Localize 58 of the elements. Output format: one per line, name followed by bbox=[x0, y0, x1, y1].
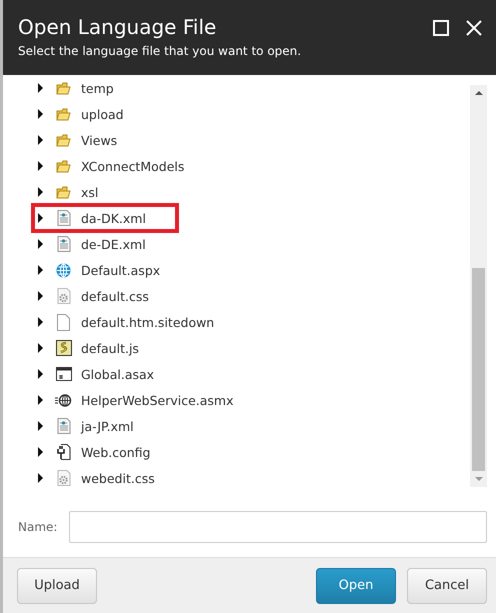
expand-arrow-icon[interactable] bbox=[38, 395, 43, 405]
folder-icon bbox=[56, 108, 71, 120]
tree-item[interactable]: xsl bbox=[78, 182, 102, 202]
dialog-subtitle: Select the language file that you want to open. bbox=[18, 44, 302, 58]
tree-item[interactable]: default.htm.sitedown bbox=[78, 312, 218, 332]
tree-item[interactable]: Web.config bbox=[78, 442, 154, 462]
expand-arrow-icon[interactable] bbox=[38, 135, 43, 145]
tree-item[interactable]: da-DK.xml bbox=[78, 208, 149, 228]
maximize-icon[interactable] bbox=[433, 20, 449, 36]
tree-item[interactable]: Default.aspx bbox=[78, 260, 164, 280]
expand-arrow-icon[interactable] bbox=[38, 421, 43, 431]
expand-arrow-icon[interactable] bbox=[38, 187, 43, 197]
folder-icon bbox=[56, 134, 71, 146]
name-label: Name: bbox=[18, 520, 58, 534]
expand-arrow-icon[interactable] bbox=[38, 369, 43, 379]
blank-document-icon bbox=[57, 314, 70, 330]
script-icon bbox=[56, 340, 72, 356]
document-icon bbox=[56, 236, 70, 252]
expand-arrow-icon[interactable] bbox=[38, 109, 43, 119]
open-button[interactable]: Open bbox=[316, 568, 396, 604]
tree-item[interactable]: XConnectModels bbox=[78, 156, 188, 176]
expand-arrow-icon[interactable] bbox=[38, 161, 43, 171]
expand-arrow-icon[interactable] bbox=[38, 291, 43, 301]
folder-icon bbox=[56, 82, 71, 94]
expand-arrow-icon[interactable] bbox=[38, 213, 43, 223]
close-icon[interactable] bbox=[466, 20, 482, 36]
expand-arrow-icon[interactable] bbox=[38, 343, 43, 353]
cancel-button[interactable]: Cancel bbox=[407, 568, 487, 604]
tree-item[interactable]: Views bbox=[78, 130, 120, 150]
document-icon bbox=[56, 418, 70, 434]
expand-arrow-icon[interactable] bbox=[38, 473, 43, 483]
globe-icon bbox=[55, 394, 72, 406]
tree-item[interactable]: default.css bbox=[78, 286, 152, 306]
tree-item[interactable]: temp bbox=[78, 78, 117, 98]
globe-icon bbox=[56, 262, 71, 278]
tree-item[interactable]: de-DE.xml bbox=[78, 234, 149, 254]
window-icon bbox=[56, 367, 72, 381]
name-input[interactable] bbox=[69, 511, 487, 543]
tree-item[interactable]: ja-JP.xml bbox=[78, 416, 137, 436]
plug-document-icon bbox=[56, 444, 70, 460]
expand-arrow-icon[interactable] bbox=[38, 447, 43, 457]
upload-button[interactable]: Upload bbox=[17, 568, 97, 604]
gear-document-icon bbox=[56, 288, 70, 304]
folder-icon bbox=[56, 186, 71, 198]
document-icon bbox=[56, 210, 70, 226]
expand-arrow-icon[interactable] bbox=[38, 239, 43, 249]
expand-arrow-icon[interactable] bbox=[38, 265, 43, 275]
folder-icon bbox=[56, 160, 71, 172]
tree-item[interactable]: upload bbox=[78, 104, 127, 124]
tree-item[interactable]: HelperWebService.asmx bbox=[78, 390, 236, 410]
expand-arrow-icon[interactable] bbox=[38, 317, 43, 327]
expand-arrow-icon[interactable] bbox=[38, 83, 43, 93]
tree-item[interactable]: webedit.css bbox=[78, 468, 158, 488]
tree-item[interactable]: default.js bbox=[78, 338, 142, 358]
gear-document-icon bbox=[56, 470, 70, 486]
dialog-title: Open Language File bbox=[18, 14, 218, 40]
tree-item[interactable]: Global.asax bbox=[78, 364, 158, 384]
scrollbar[interactable] bbox=[470, 85, 487, 487]
